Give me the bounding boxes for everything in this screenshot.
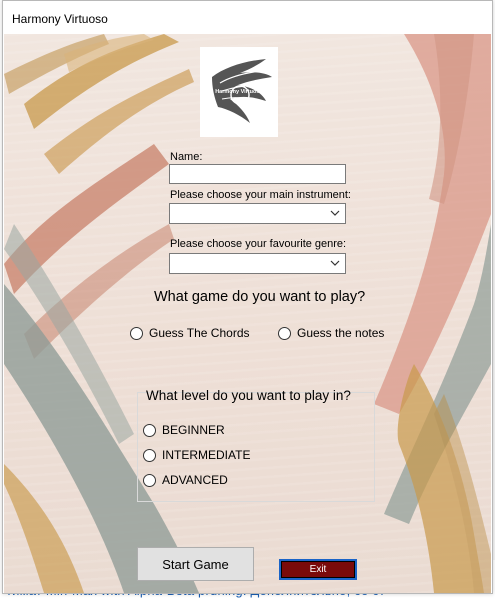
- radio-button[interactable]: [143, 448, 156, 462]
- harmony-virtuoso-word-cloud-bird-logo-icon: Harmony Virtuoso: [212, 59, 272, 123]
- radio-guess-the-chords[interactable]: Guess The Chords: [130, 326, 250, 340]
- radio-label: INTERMEDIATE: [162, 448, 251, 462]
- game-question: What game do you want to play?: [154, 289, 366, 305]
- chevron-down-icon: [330, 260, 340, 266]
- instrument-dropdown[interactable]: [169, 203, 346, 224]
- harmony-virtuoso-logo: Harmony Virtuoso: [200, 47, 278, 137]
- radio-beginner[interactable]: BEGINNER: [143, 423, 225, 437]
- radio-label: BEGINNER: [162, 423, 225, 437]
- radio-button[interactable]: [278, 326, 291, 340]
- radio-guess-the-notes[interactable]: Guess the notes: [278, 326, 384, 340]
- logo-text: Harmony Virtuoso: [215, 89, 263, 95]
- radio-button[interactable]: [130, 326, 143, 340]
- instrument-label: Please choose your main instrument:: [170, 189, 351, 201]
- radio-label: ADVANCED: [162, 473, 228, 487]
- exit-button[interactable]: Exit: [279, 559, 357, 580]
- window-title: Harmony Virtuoso: [12, 12, 108, 26]
- radio-button[interactable]: [143, 423, 156, 437]
- genre-label: Please choose your favourite genre:: [170, 238, 347, 250]
- level-question: What level do you want to play in?: [146, 388, 351, 403]
- genre-dropdown[interactable]: [169, 253, 346, 274]
- main-form: Harmony Virtuoso Name: Please choose you…: [4, 34, 491, 593]
- radio-advanced[interactable]: ADVANCED: [143, 473, 228, 487]
- radio-label: Guess the notes: [297, 326, 385, 340]
- radio-label: Guess The Chords: [149, 326, 250, 340]
- radio-button[interactable]: [143, 473, 156, 487]
- title-bar[interactable]: Harmony Virtuoso: [3, 1, 492, 34]
- radio-intermediate[interactable]: INTERMEDIATE: [143, 448, 250, 462]
- chevron-down-icon: [330, 210, 340, 216]
- start-game-button[interactable]: Start Game: [137, 547, 254, 581]
- name-input[interactable]: [169, 164, 346, 184]
- name-label: Name:: [170, 151, 203, 163]
- app-window: Harmony Virtuoso Harmony Virtuoso Name: …: [2, 0, 493, 594]
